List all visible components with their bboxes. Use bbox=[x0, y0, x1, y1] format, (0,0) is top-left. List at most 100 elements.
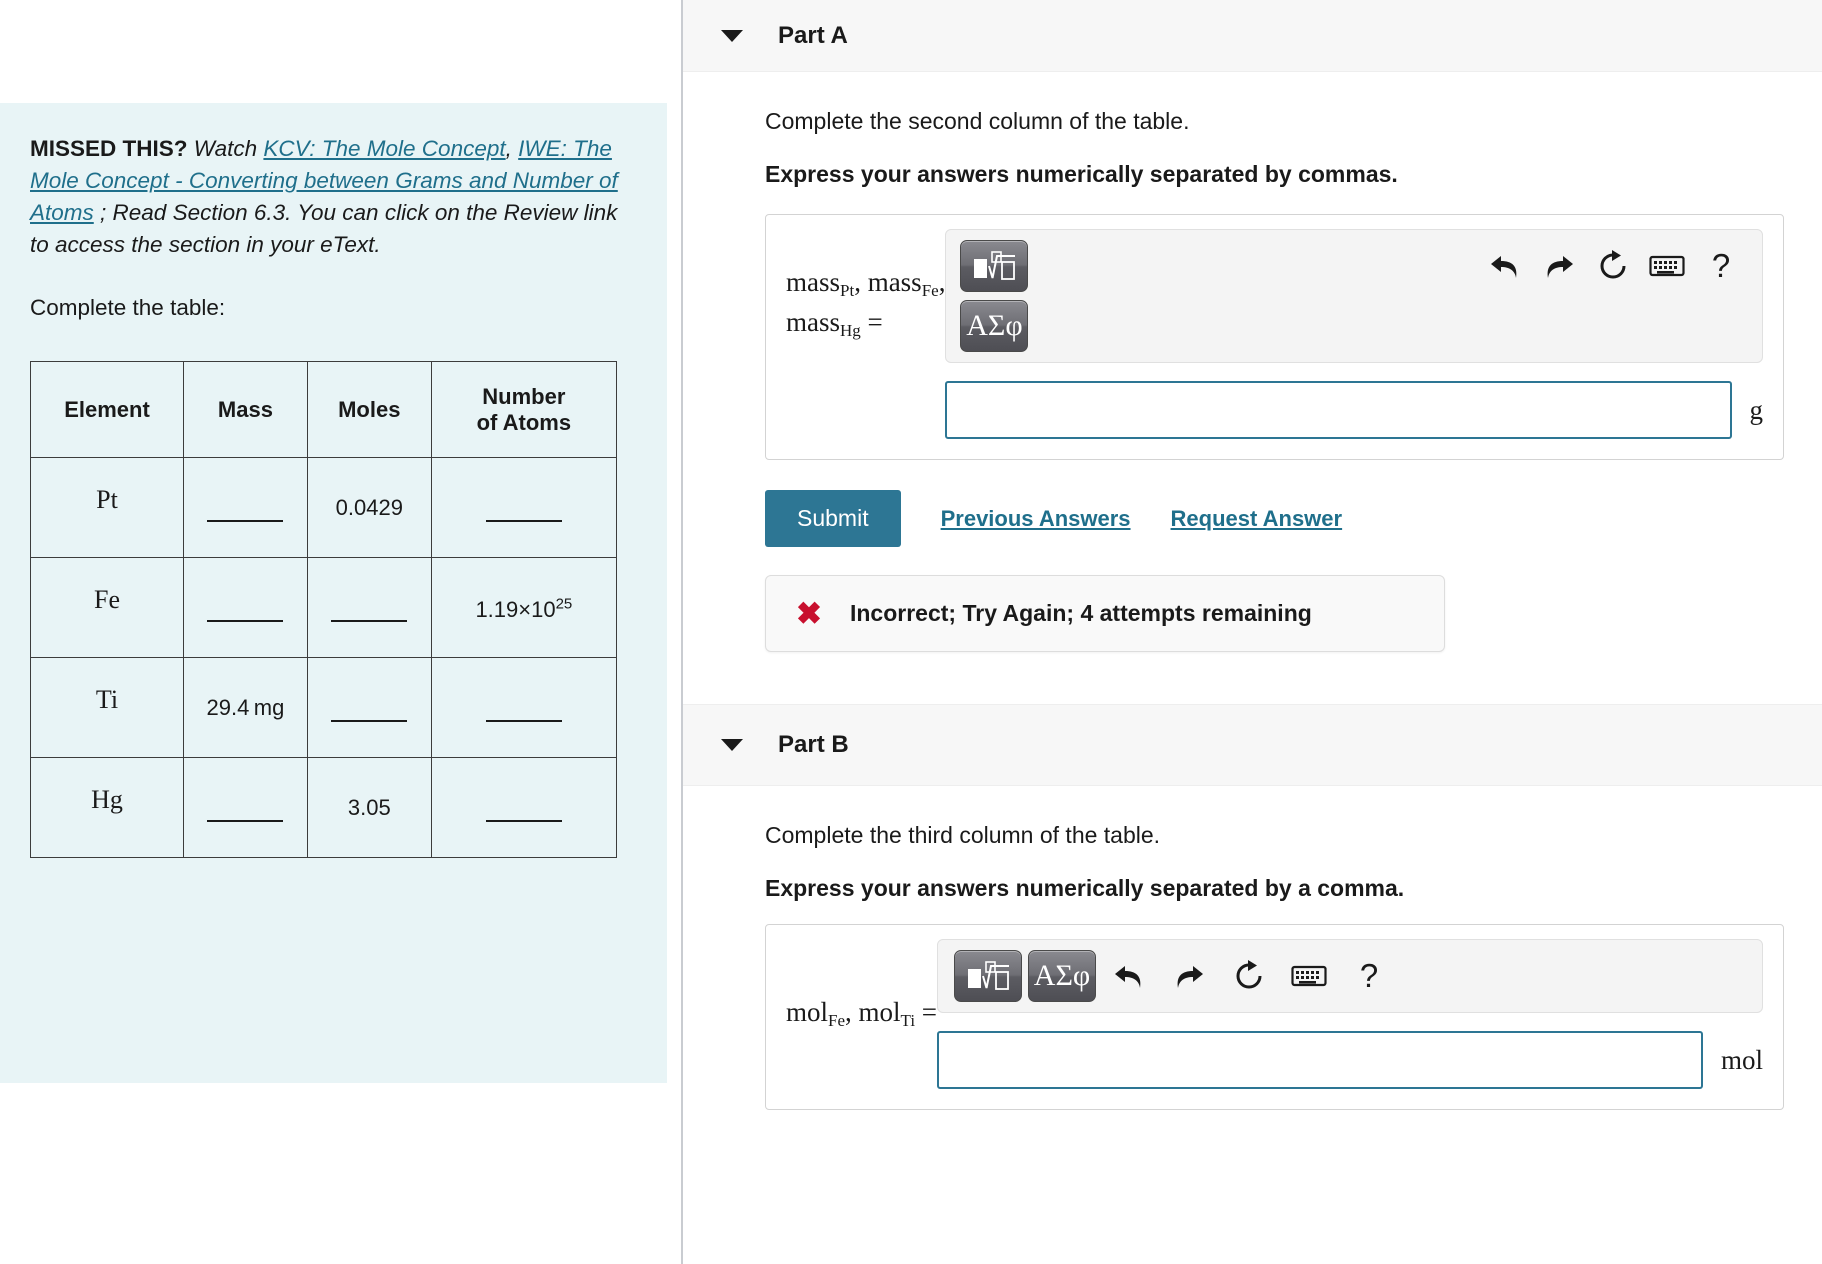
blank-field bbox=[486, 820, 562, 822]
part-a-instruction: Express your answers numerically separat… bbox=[765, 161, 1784, 188]
math-template-icon[interactable] bbox=[960, 240, 1028, 292]
part-a-unit-label: g bbox=[1750, 395, 1764, 426]
reset-icon[interactable] bbox=[1586, 240, 1640, 292]
table-row: Fe 1.19×1025 bbox=[31, 558, 617, 658]
part-a-body: Complete the second column of the table.… bbox=[683, 108, 1822, 652]
blank-field bbox=[331, 720, 407, 722]
cell-element-pt: Pt bbox=[31, 458, 184, 558]
chevron-down-icon[interactable] bbox=[721, 30, 743, 42]
part-b-label-area: molFe, molTi = bbox=[786, 994, 937, 1034]
part-a-answer-box: massPt, massFe, massHg = bbox=[765, 214, 1784, 460]
table-row: Pt 0.0429 bbox=[31, 458, 617, 558]
part-b-answer-input[interactable] bbox=[937, 1031, 1703, 1089]
table-row: Hg 3.05 bbox=[31, 758, 617, 858]
redo-icon[interactable] bbox=[1162, 950, 1216, 1002]
part-a-answer-input[interactable] bbox=[945, 381, 1731, 439]
cell-mass-ti: 29.4 mg bbox=[184, 658, 308, 758]
moles-value: 3.05 bbox=[348, 795, 391, 820]
reset-icon[interactable] bbox=[1222, 950, 1276, 1002]
part-a-label-area: massPt, massFe, massHg = bbox=[786, 229, 945, 379]
blank-field bbox=[207, 820, 283, 822]
mol-fe-subscript: Fe bbox=[828, 1011, 845, 1030]
atoms-header-line1: Number bbox=[482, 384, 565, 409]
cell-element-ti: Ti bbox=[31, 658, 184, 758]
part-b-header[interactable]: Part B bbox=[683, 704, 1822, 786]
part-a-prompt: Complete the second column of the table. bbox=[765, 108, 1784, 135]
redo-icon[interactable] bbox=[1532, 240, 1586, 292]
undo-icon[interactable] bbox=[1478, 240, 1532, 292]
keyboard-icon[interactable] bbox=[1282, 950, 1336, 1002]
blank-field bbox=[486, 520, 562, 522]
part-a-submit-row: Submit Previous Answers Request Answer bbox=[765, 490, 1784, 547]
hint-tail-text: ; Read Section 6.3. You can click on the… bbox=[30, 200, 617, 257]
hint-comma: , bbox=[506, 136, 512, 161]
cell-moles-pt: 0.0429 bbox=[307, 458, 431, 558]
part-b-toolbar-buttons: ΑΣφ bbox=[954, 950, 1396, 1002]
mol-fe-label: mol bbox=[786, 997, 828, 1027]
mass-pt-subscript: Pt bbox=[840, 281, 854, 300]
column-header-element: Element bbox=[31, 362, 184, 458]
part-a-header[interactable]: Part A bbox=[683, 0, 1822, 72]
part-b-input-area: ΑΣφ bbox=[937, 939, 1763, 1089]
blank-field bbox=[486, 720, 562, 722]
keyboard-icon[interactable] bbox=[1640, 240, 1694, 292]
mass-fe-subscript: Fe bbox=[922, 281, 939, 300]
part-b-math-toolbar: ΑΣφ bbox=[937, 939, 1763, 1013]
part-a-input-row: g bbox=[945, 381, 1763, 439]
help-icon[interactable]: ? bbox=[1694, 240, 1748, 292]
part-a-submit-button[interactable]: Submit bbox=[765, 490, 901, 547]
mastering-chemistry-page: MISSED THIS? Watch KCV: The Mole Concept… bbox=[0, 0, 1822, 1264]
kcv-mole-concept-link[interactable]: KCV: The Mole Concept bbox=[263, 136, 505, 161]
part-a-toolbar-icons: ? bbox=[1478, 240, 1748, 292]
cell-moles-fe bbox=[307, 558, 431, 658]
part-a-toolbar-buttons: ΑΣφ bbox=[960, 240, 1028, 352]
moles-value: 0.0429 bbox=[336, 495, 403, 520]
part-b-answer-label: molFe, molTi = bbox=[786, 994, 937, 1034]
hint-paragraph: MISSED THIS? Watch KCV: The Mole Concept… bbox=[30, 133, 637, 261]
column-header-mass: Mass bbox=[184, 362, 308, 458]
watch-label: Watch bbox=[194, 136, 257, 161]
mass-value: 29.4 bbox=[207, 695, 250, 720]
cell-moles-hg: 3.05 bbox=[307, 758, 431, 858]
undo-icon[interactable] bbox=[1102, 950, 1156, 1002]
greek-symbols-icon[interactable]: ΑΣφ bbox=[1028, 950, 1096, 1002]
equals-sign: = bbox=[868, 307, 883, 337]
column-header-moles: Moles bbox=[307, 362, 431, 458]
part-b-answer-box: molFe, molTi = bbox=[765, 924, 1784, 1110]
hint-box: MISSED THIS? Watch KCV: The Mole Concept… bbox=[0, 103, 667, 1083]
atoms-mantissa: 1.19×10 bbox=[475, 597, 555, 622]
cell-atoms-pt bbox=[431, 458, 616, 558]
cell-atoms-hg bbox=[431, 758, 616, 858]
blank-field bbox=[207, 620, 283, 622]
element-symbol: Hg bbox=[37, 785, 177, 815]
cell-atoms-fe: 1.19×1025 bbox=[431, 558, 616, 658]
mol-ti-subscript: Ti bbox=[901, 1011, 916, 1030]
element-data-table: Element Mass Moles Number of Atoms Pt bbox=[30, 361, 617, 858]
part-a-math-toolbar: ΑΣφ bbox=[945, 229, 1763, 363]
part-a-previous-answers-link[interactable]: Previous Answers bbox=[941, 506, 1131, 532]
mass-hg-subscript: Hg bbox=[840, 321, 861, 340]
element-symbol: Fe bbox=[37, 585, 177, 615]
math-template-icon[interactable] bbox=[954, 950, 1022, 1002]
atoms-header-line2: of Atoms bbox=[477, 410, 572, 435]
atoms-exponent: 25 bbox=[556, 596, 573, 613]
chevron-down-icon[interactable] bbox=[721, 739, 743, 751]
cell-mass-fe bbox=[184, 558, 308, 658]
part-a-input-area: ΑΣφ bbox=[945, 229, 1763, 439]
incorrect-x-icon: ✖ bbox=[796, 598, 822, 629]
table-row: Ti 29.4 mg bbox=[31, 658, 617, 758]
blank-field bbox=[331, 620, 407, 622]
greek-symbols-icon[interactable]: ΑΣφ bbox=[960, 300, 1028, 352]
part-a-title: Part A bbox=[778, 22, 848, 50]
part-a-request-answer-link[interactable]: Request Answer bbox=[1171, 506, 1343, 532]
atoms-value: 1.19×1025 bbox=[475, 597, 572, 622]
part-b-prompt: Complete the third column of the table. bbox=[765, 822, 1784, 849]
mol-ti-label: mol bbox=[859, 997, 901, 1027]
help-icon[interactable]: ? bbox=[1342, 950, 1396, 1002]
complete-table-label: Complete the table: bbox=[30, 295, 637, 321]
cell-atoms-ti bbox=[431, 658, 616, 758]
mass-fe-label: mass bbox=[868, 267, 922, 297]
mass-unit: mg bbox=[254, 695, 285, 720]
element-symbol: Pt bbox=[37, 485, 177, 515]
right-panel: Part A Complete the second column of the… bbox=[683, 0, 1822, 1264]
